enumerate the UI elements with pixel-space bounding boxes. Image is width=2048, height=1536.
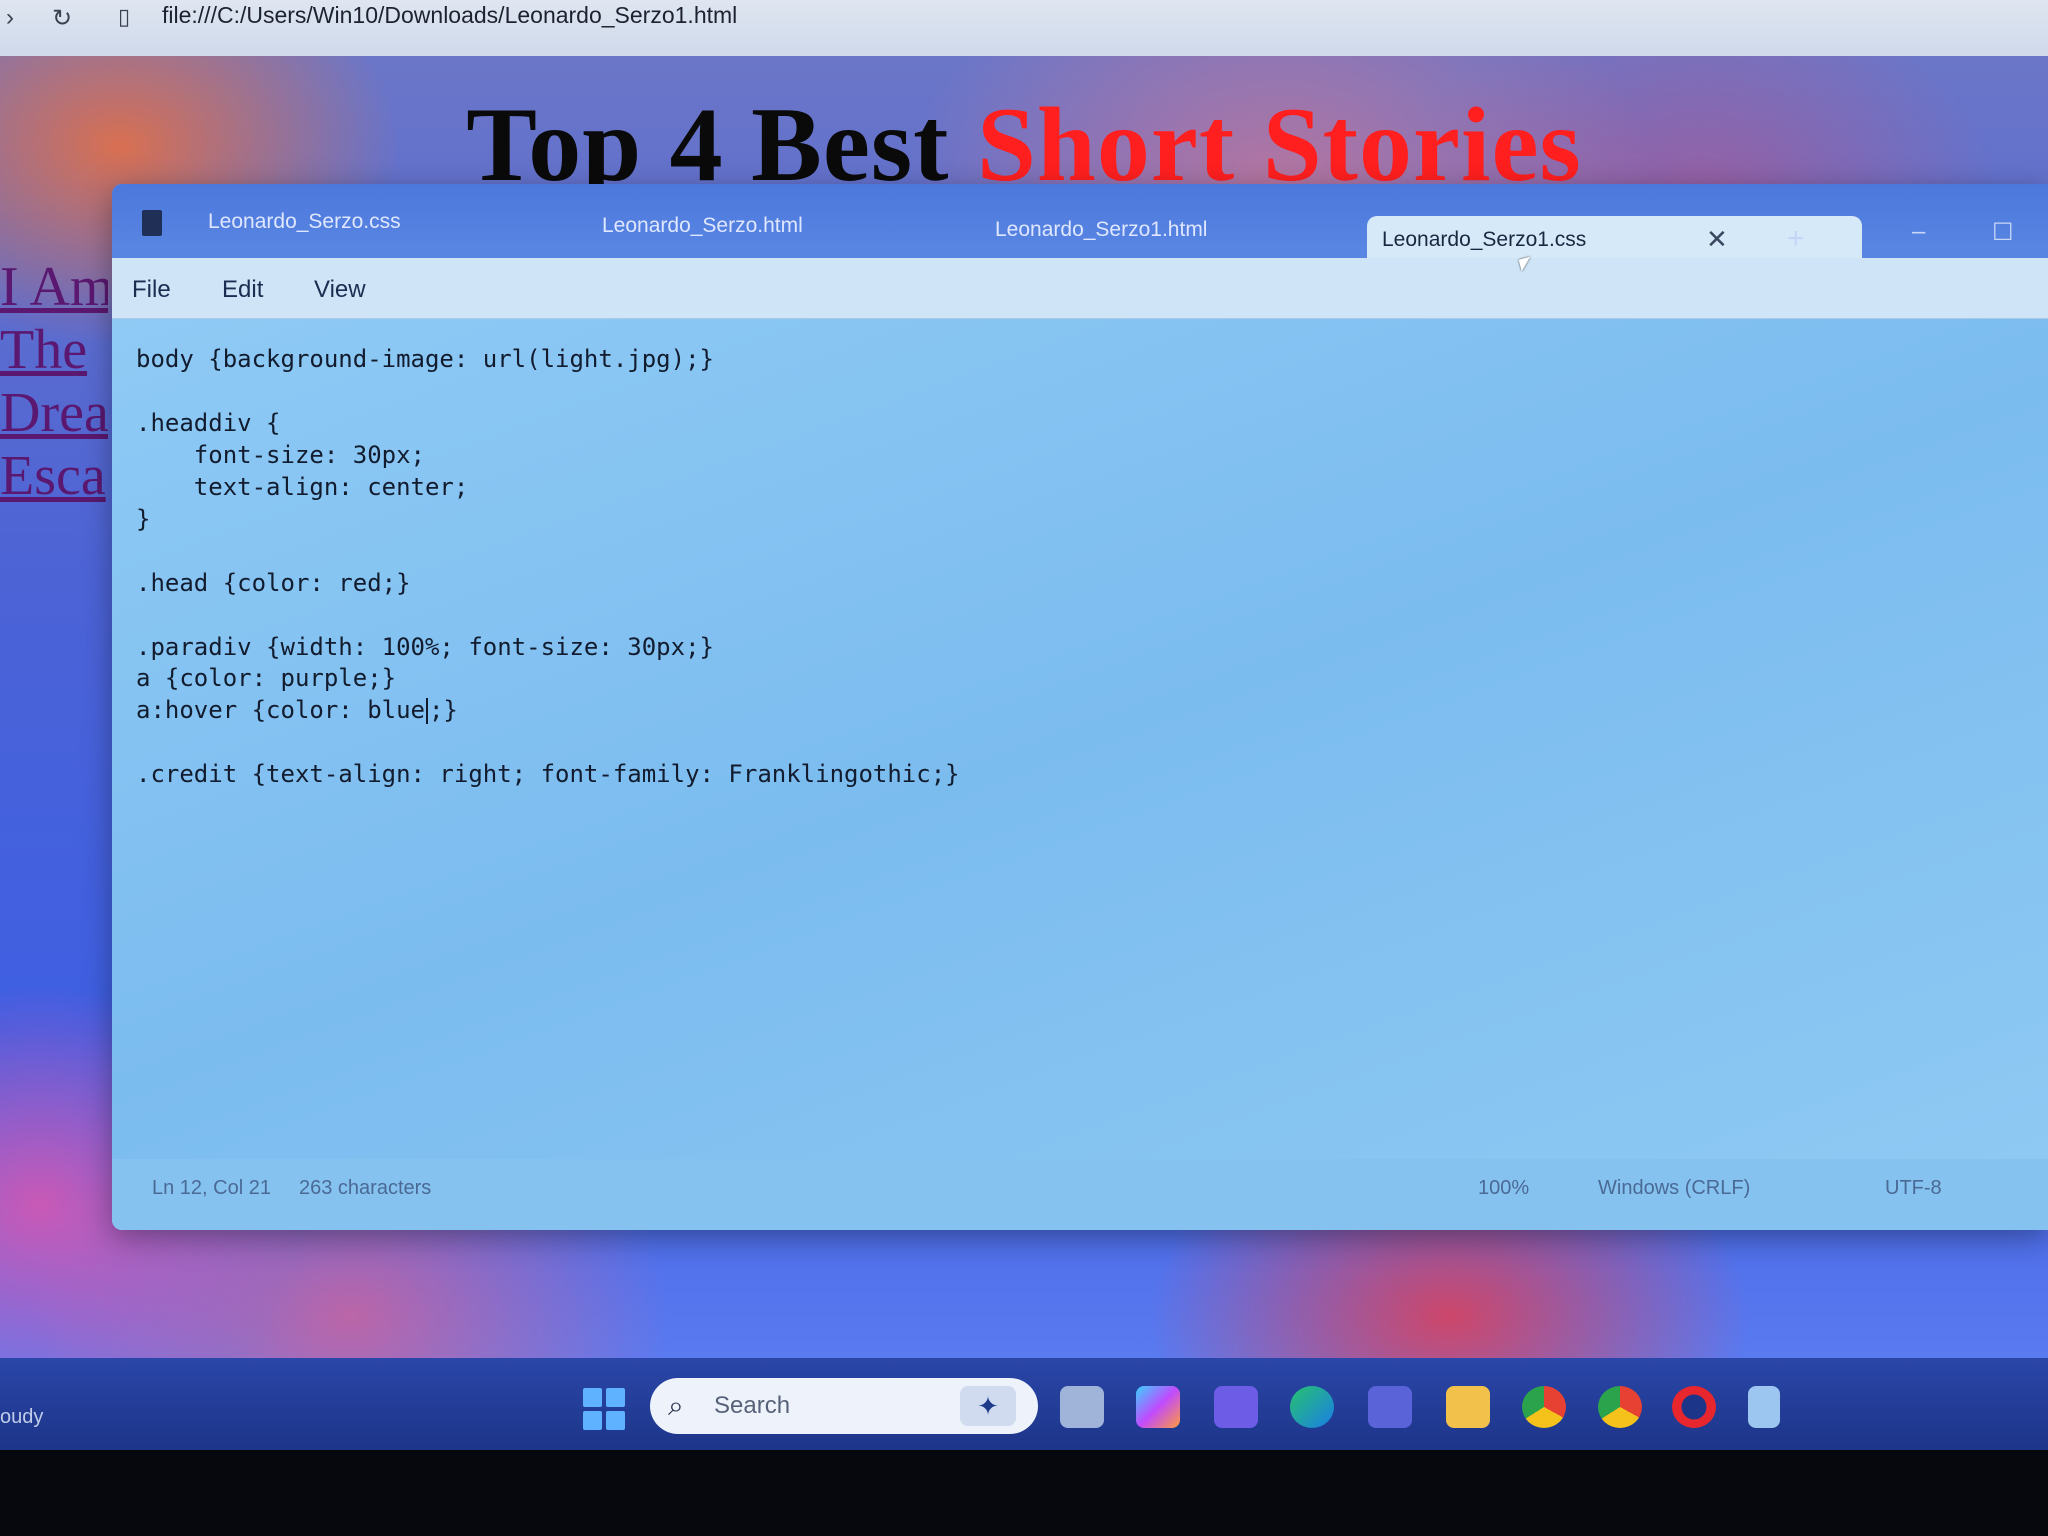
edge-icon[interactable] (1290, 1386, 1334, 1428)
story-link[interactable]: The (0, 319, 108, 382)
new-tab-icon[interactable]: + (1787, 222, 1805, 256)
search-highlight-icon: ✦ (960, 1386, 1016, 1426)
browser-toolbar: › ↻ ▯ file:///C:/Users/Win10/Downloads/L… (0, 0, 2048, 58)
chrome-profile-icon[interactable] (1598, 1386, 1642, 1428)
story-link[interactable]: I Am (0, 256, 108, 319)
story-links: I Am The Drea Esca (0, 256, 108, 508)
address-bar[interactable]: file:///C:/Users/Win10/Downloads/Leonard… (162, 2, 737, 29)
close-tab-icon[interactable]: ✕ (1706, 224, 1728, 255)
story-link[interactable]: Drea (0, 382, 108, 445)
file-explorer-icon[interactable] (1446, 1386, 1490, 1428)
tab-leonardo-serzo-css[interactable]: Leonardo_Serzo.css (208, 210, 401, 234)
forward-icon[interactable]: › (6, 4, 14, 32)
minimize-icon[interactable]: – (1912, 218, 1925, 246)
menu-edit[interactable]: Edit (222, 276, 263, 304)
tab-leonardo-serzo-html[interactable]: Leonardo_Serzo.html (602, 214, 803, 238)
text-editor[interactable]: body {background-image: url(light.jpg);}… (112, 319, 2048, 1159)
menu-view[interactable]: View (314, 276, 366, 304)
encoding[interactable]: UTF-8 (1885, 1177, 1942, 1200)
code-line: .head {color: red;} (136, 569, 411, 597)
tab-bar: Leonardo_Serzo.css Leonardo_Serzo.html L… (112, 184, 2048, 258)
task-view-icon[interactable] (1060, 1386, 1104, 1428)
code-line-with-caret: a:hover {color: blue;} (136, 696, 458, 724)
code-line: body {background-image: url(light.jpg);} (136, 345, 714, 373)
notepad-app-icon (142, 210, 162, 236)
code-line: text-align: center; (136, 473, 469, 501)
maximize-icon[interactable]: ☐ (1992, 218, 2014, 247)
copilot-icon[interactable] (1136, 1386, 1180, 1428)
code-line: .paradiv {width: 100%; font-size: 30px;} (136, 633, 714, 661)
teams-icon[interactable] (1214, 1386, 1258, 1428)
chrome-icon[interactable] (1522, 1386, 1566, 1428)
code-line: a {color: purple;} (136, 664, 397, 692)
status-bar: Ln 12, Col 21 263 characters 100% Window… (112, 1159, 2048, 1230)
menu-file[interactable]: File (132, 276, 171, 304)
weather-widget[interactable]: oudy (0, 1406, 43, 1429)
screen-bezel (0, 1450, 2048, 1536)
windows-start-icon[interactable] (583, 1388, 625, 1430)
menu-bar: File Edit View (112, 258, 2048, 319)
active-tab-label: Leonardo_Serzo1.css (1382, 228, 1587, 251)
reload-icon[interactable]: ↻ (52, 4, 72, 33)
search-placeholder: Search (714, 1392, 791, 1419)
code-line: } (136, 505, 151, 533)
zoom-level[interactable]: 100% (1478, 1177, 1529, 1200)
cursor-position[interactable]: Ln 12, Col 21 (152, 1177, 271, 1200)
tab-leonardo-serzo1-html[interactable]: Leonardo_Serzo1.html (995, 218, 1207, 242)
code-line: .credit {text-align: right; font-family:… (136, 760, 960, 788)
line-endings[interactable]: Windows (CRLF) (1598, 1177, 1750, 1200)
notepad-taskbar-icon[interactable] (1748, 1386, 1780, 1428)
search-icon: ⌕ (668, 1390, 684, 1421)
code-text: ;} (428, 696, 458, 724)
text-caret (425, 698, 428, 724)
code-line: .headdiv { (136, 409, 281, 437)
code-line: font-size: 30px; (136, 441, 425, 469)
file-icon: ▯ (118, 4, 131, 29)
taskbar: oudy ⌕ Search ✦ (0, 1358, 2048, 1450)
character-count: 263 characters (299, 1177, 432, 1199)
notepad-window: Leonardo_Serzo.css Leonardo_Serzo.html L… (112, 184, 2048, 1230)
story-link[interactable]: Esca (0, 445, 108, 508)
taskbar-search[interactable]: ⌕ Search ✦ (650, 1378, 1038, 1434)
opera-icon[interactable] (1672, 1386, 1716, 1428)
code-text: a:hover {color: blue (136, 696, 425, 724)
teams-work-icon[interactable] (1368, 1386, 1412, 1428)
